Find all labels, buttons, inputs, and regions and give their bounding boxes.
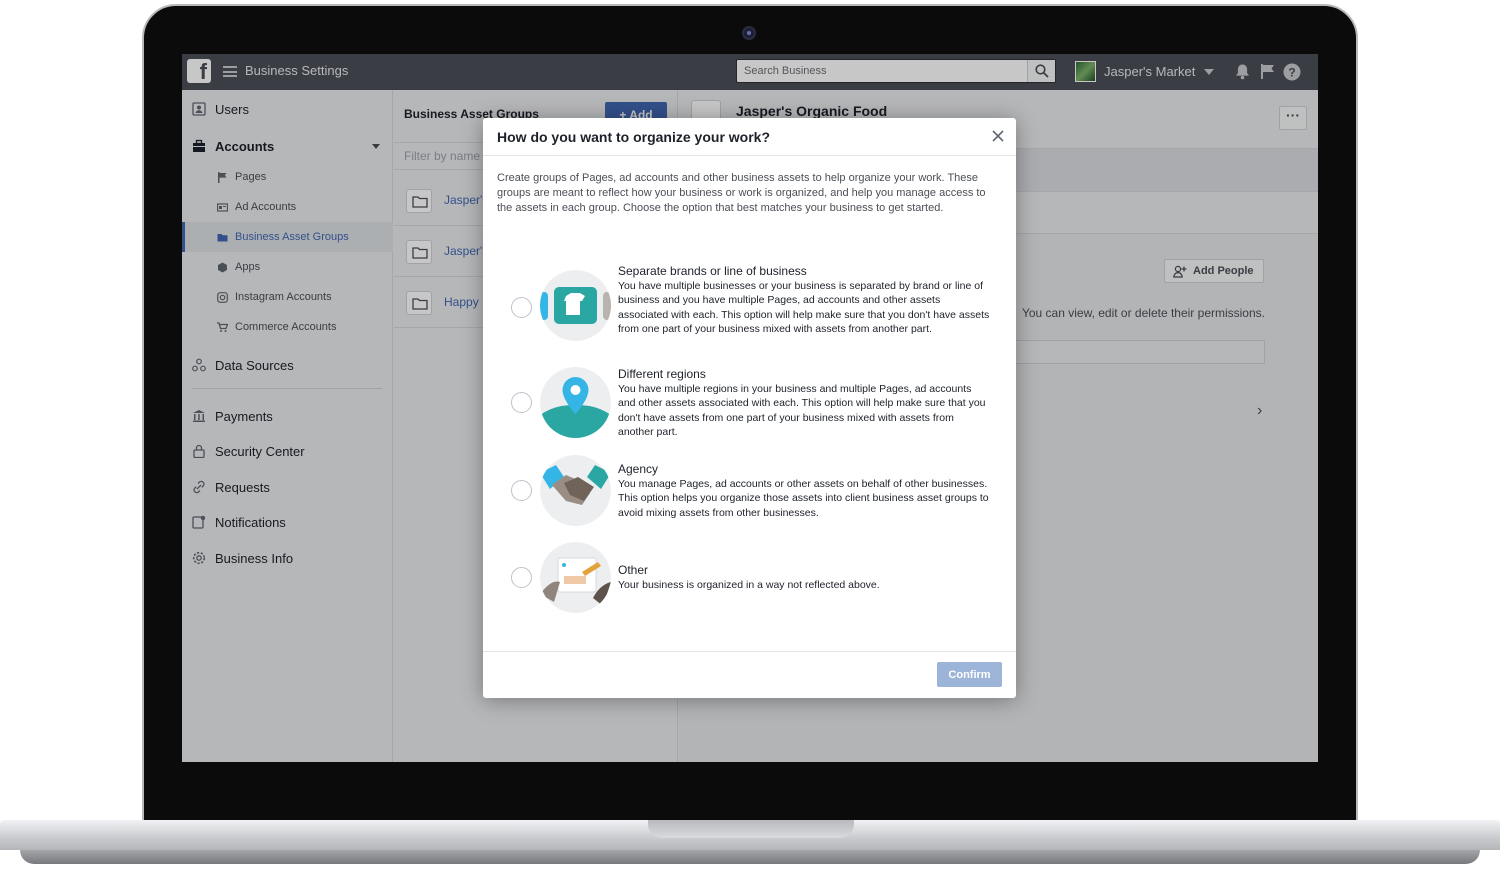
laptop-base-bottom bbox=[20, 850, 1480, 864]
option-description: You have multiple businesses or your bus… bbox=[618, 280, 990, 335]
option-title: Other bbox=[618, 563, 649, 577]
radio-separate-brands[interactable] bbox=[511, 297, 532, 318]
dialog-title: How do you want to organize your work? bbox=[497, 129, 771, 145]
webcam-icon bbox=[742, 26, 756, 40]
dialog-divider bbox=[483, 155, 1016, 156]
close-icon[interactable] bbox=[990, 128, 1006, 144]
option-description: You have multiple regions in your busine… bbox=[618, 383, 986, 438]
laptop-base bbox=[0, 820, 1500, 871]
radio-agency[interactable] bbox=[511, 480, 532, 501]
confirm-button[interactable]: Confirm bbox=[937, 662, 1002, 687]
laptop-notch bbox=[648, 820, 854, 838]
option-description: You manage Pages, ad accounts or other a… bbox=[618, 478, 989, 519]
tshirt-brand-icon bbox=[540, 270, 611, 341]
option-title: Different regions bbox=[618, 367, 706, 381]
option-title: Separate brands or line of business bbox=[618, 264, 807, 278]
dialog-footer-divider bbox=[483, 651, 1016, 652]
handshake-icon bbox=[540, 455, 611, 526]
writing-document-icon bbox=[540, 542, 611, 613]
option-description: Your business is organized in a way not … bbox=[618, 579, 880, 591]
radio-other[interactable] bbox=[511, 567, 532, 588]
dialog-intro: Create groups of Pages, ad accounts and … bbox=[497, 172, 986, 214]
map-pin-icon bbox=[540, 367, 611, 438]
radio-different-regions[interactable] bbox=[511, 392, 532, 413]
organize-work-dialog: How do you want to organize your work? C… bbox=[483, 118, 1016, 698]
option-title: Agency bbox=[618, 462, 659, 476]
